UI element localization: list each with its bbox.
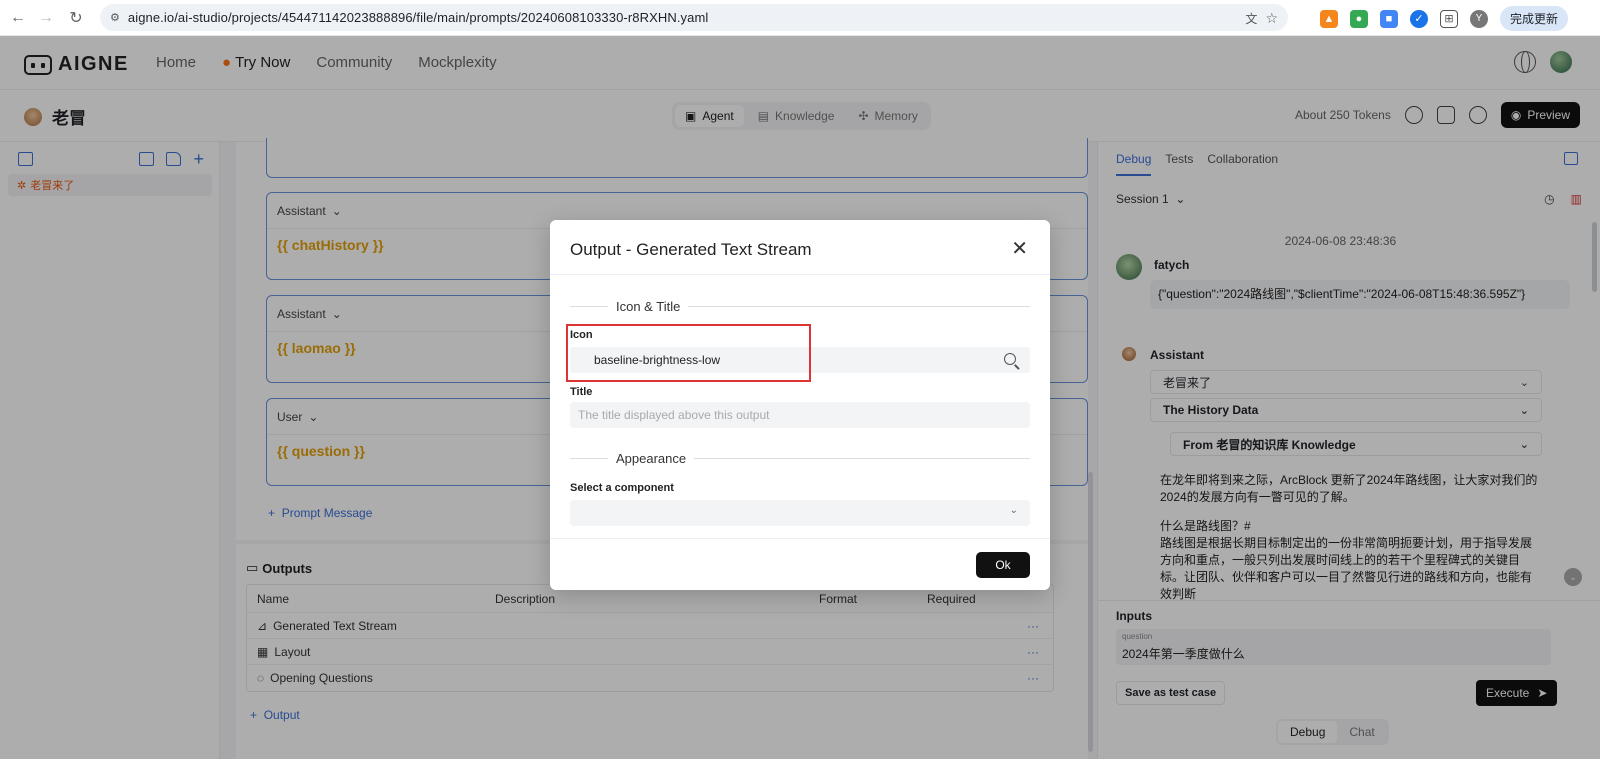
close-icon[interactable]: ✕ [1011, 236, 1028, 261]
chevron-down-icon: ⌄ [1009, 505, 1018, 516]
extension-icon[interactable]: ● [1350, 9, 1368, 28]
url-text: aigne.io/ai-studio/projects/454471142023… [127, 10, 709, 25]
forward-icon[interactable]: → [32, 4, 60, 32]
site-settings-icon[interactable]: ⚙ [110, 11, 120, 24]
update-button[interactable]: 完成更新 [1500, 6, 1569, 31]
component-label: Select a component [570, 482, 674, 494]
title-input[interactable]: The title displayed above this output [570, 402, 1030, 428]
metamask-extension-icon[interactable]: ▲ [1320, 9, 1338, 28]
component-select[interactable]: ⌄ [570, 500, 1030, 526]
address-bar[interactable]: ⚙ aigne.io/ai-studio/projects/4544711420… [100, 4, 1288, 31]
bookmark-star-icon[interactable]: ☆ [1265, 10, 1278, 27]
section-appearance: Appearance [570, 451, 1030, 466]
extension-icon[interactable]: ■ [1380, 9, 1398, 28]
translate-icon[interactable]: 文 [1245, 10, 1257, 27]
divider [550, 538, 1050, 539]
output-settings-dialog: Output - Generated Text Stream ✕ Icon & … [550, 220, 1050, 590]
reload-icon[interactable]: ↻ [62, 4, 90, 32]
dialog-title: Output - Generated Text Stream [570, 240, 812, 259]
divider [550, 274, 1050, 275]
back-icon[interactable]: ← [4, 4, 32, 32]
section-icon-title: Icon & Title [570, 299, 1030, 314]
puzzle-icon[interactable]: ⊞ [1440, 9, 1458, 28]
profile-avatar[interactable]: Y [1470, 9, 1488, 28]
extension-icon[interactable]: ✓ [1410, 9, 1428, 28]
browser-bar: ← → ↻ ⚙ aigne.io/ai-studio/projects/4544… [0, 0, 1600, 36]
search-icon[interactable] [1004, 353, 1016, 365]
highlight-box [566, 324, 811, 382]
title-label: Title [570, 386, 593, 398]
ok-button[interactable]: Ok [976, 552, 1030, 578]
